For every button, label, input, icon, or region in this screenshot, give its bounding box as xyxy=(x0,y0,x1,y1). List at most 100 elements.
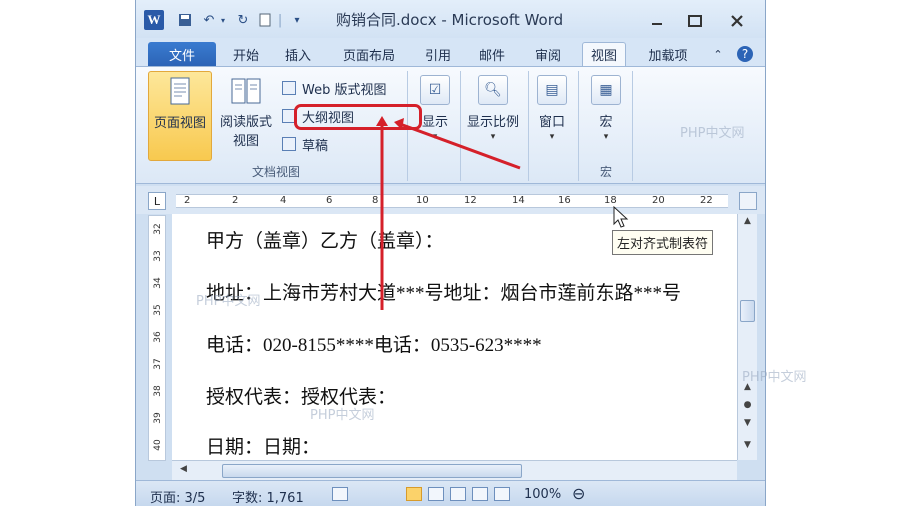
zoom-button[interactable]: 🔍︎ 显示比例 ▾ xyxy=(462,71,524,142)
macro-button[interactable]: ▦ 宏 ▾ xyxy=(586,71,626,142)
document-line[interactable]: 电话：020-8155****电话：0535-623**** xyxy=(206,330,542,357)
undo-icon[interactable]: ↶ xyxy=(200,10,218,30)
page-view-button[interactable]: 页面视图 xyxy=(148,71,212,161)
reading-view-label-1: 阅读版式 xyxy=(219,115,272,130)
scroll-down-icon[interactable]: ▼ xyxy=(740,440,755,455)
maximize-button[interactable] xyxy=(682,10,708,32)
print-layout-view-icon[interactable] xyxy=(406,487,422,501)
next-page-icon[interactable]: ▼ xyxy=(740,418,755,433)
tab-review[interactable]: 审阅 xyxy=(528,42,568,66)
horizontal-scrollbar[interactable]: ◀ xyxy=(172,460,737,480)
doc-views-group-label: 文档视图 xyxy=(251,165,300,179)
ribbon-panel: 页面视图 阅读版式 视图 Web 版式视图 大纲视图 草稿 文档视图 ☑ 显示 … xyxy=(136,66,765,184)
ribbon-tabs: 文件 开始 插入 页面布局 引用 邮件 审阅 视图 加载项 ⌃ ? xyxy=(136,38,765,66)
vruler-label: 32 xyxy=(153,223,163,235)
draft-view-icon xyxy=(282,137,296,151)
help-icon[interactable]: ? xyxy=(734,42,756,66)
tab-references[interactable]: 引用 xyxy=(418,42,458,66)
draft-view-button[interactable]: 草稿 xyxy=(282,133,328,155)
separator: | xyxy=(277,12,283,28)
macro-icon: ▦ xyxy=(591,75,621,105)
window-icon: ▤ xyxy=(537,75,567,105)
word-logo-icon[interactable]: W xyxy=(144,10,164,30)
tab-mailings[interactable]: 邮件 xyxy=(472,42,512,66)
outline-view-status-icon[interactable] xyxy=(472,487,488,501)
window-button[interactable]: ▤ 窗口 ▾ xyxy=(532,71,572,142)
view-ruler-button[interactable] xyxy=(739,192,757,210)
ruler-label: 4 xyxy=(280,195,287,206)
tab-selector-button[interactable]: L xyxy=(148,192,166,210)
redo-icon[interactable]: ↻ xyxy=(234,10,252,30)
undo-dropdown-icon[interactable]: ▾ xyxy=(218,10,228,30)
watermark: PHP中文网 xyxy=(742,370,807,385)
vertical-ruler[interactable]: 32 33 34 35 36 37 38 39 40 xyxy=(148,215,166,461)
zoom-icon: 🔍︎ xyxy=(478,75,508,105)
tab-page-layout[interactable]: 页面布局 xyxy=(334,42,404,66)
ruler-label: 2 xyxy=(232,195,239,206)
window-dropdown-icon: ▾ xyxy=(549,132,555,142)
vertical-scroll-thumb[interactable] xyxy=(740,300,755,322)
macro-group-label: 宏 xyxy=(599,165,612,179)
title-bar: W ↶ ▾ ↻ | ▾ 购销合同.docx - Microsoft Word xyxy=(136,0,765,38)
ruler-label: 18 xyxy=(604,195,617,206)
zoom-out-icon[interactable]: ⊖ xyxy=(572,484,585,503)
web-view-button[interactable]: Web 版式视图 xyxy=(282,77,386,99)
horizontal-scroll-thumb[interactable] xyxy=(222,464,522,478)
ruler-label: 6 xyxy=(326,195,333,206)
show-dropdown-icon: ▾ xyxy=(432,132,438,142)
page-count[interactable]: 页面: 3/5 xyxy=(150,487,205,506)
scroll-left-icon[interactable]: ◀ xyxy=(176,464,191,479)
vruler-label: 40 xyxy=(153,439,163,451)
page-view-icon xyxy=(170,77,190,105)
watermark: PHP中文网 xyxy=(310,408,375,423)
new-document-icon[interactable] xyxy=(256,10,274,30)
vruler-label: 37 xyxy=(153,358,163,370)
minimize-ribbon-icon[interactable]: ⌃ xyxy=(708,42,728,66)
ruler-label: 16 xyxy=(558,195,571,206)
ruler-row: L 2 2 4 6 8 10 12 14 16 18 20 22 xyxy=(136,186,765,214)
tab-addins[interactable]: 加载项 xyxy=(640,42,696,66)
tab-file[interactable]: 文件 xyxy=(148,42,216,66)
customize-quick-access-icon[interactable]: ▾ xyxy=(290,10,304,30)
save-icon[interactable] xyxy=(176,10,194,30)
tab-home[interactable]: 开始 xyxy=(224,42,268,66)
reading-view-button[interactable]: 阅读版式 视图 xyxy=(214,71,278,161)
tab-insert[interactable]: 插入 xyxy=(278,42,318,66)
minimize-button[interactable] xyxy=(644,10,670,32)
show-label: 显示 xyxy=(421,115,448,130)
zoom-label: 显示比例 xyxy=(466,115,519,130)
ruler-label: 22 xyxy=(700,195,713,206)
zoom-level[interactable]: 100% xyxy=(524,487,561,502)
macro-dropdown-icon: ▾ xyxy=(603,132,609,142)
draft-view-label: 草稿 xyxy=(302,138,329,154)
ruler-label: 12 xyxy=(464,195,477,206)
reading-layout-view-icon[interactable] xyxy=(428,487,444,501)
vruler-label: 35 xyxy=(153,304,163,316)
proofing-icon[interactable] xyxy=(332,487,348,501)
ruler-label: 8 xyxy=(372,195,379,206)
draft-view-status-icon[interactable] xyxy=(494,487,510,501)
watermark: PHP中文网 xyxy=(680,126,745,141)
horizontal-ruler[interactable]: 2 2 4 6 8 10 12 14 16 18 20 22 xyxy=(176,194,728,208)
tab-view[interactable]: 视图 xyxy=(582,42,626,66)
document-line[interactable]: 甲方（盖章）乙方（盖章）： xyxy=(206,226,444,253)
vertical-scrollbar[interactable]: ▲ ▲ ● ▼ ▼ xyxy=(737,214,757,460)
scroll-up-icon[interactable]: ▲ xyxy=(740,216,755,231)
web-view-icon xyxy=(282,81,296,95)
vruler-label: 39 xyxy=(153,412,163,424)
close-button[interactable] xyxy=(724,10,750,32)
ruler-label: 2 xyxy=(184,195,191,206)
document-line[interactable]: 日期：日期： xyxy=(206,432,320,459)
document-line[interactable]: 地址：上海市芳村大道***号地址：烟台市莲前东路***号 xyxy=(206,278,681,305)
tooltip: 左对齐式制表符 xyxy=(612,230,714,255)
group-separator xyxy=(528,71,529,181)
group-separator xyxy=(578,71,579,181)
word-count[interactable]: 字数: 1,761 xyxy=(232,487,304,506)
web-layout-view-icon[interactable] xyxy=(450,487,466,501)
status-bar: 页面: 3/5 字数: 1,761 100% ⊖ xyxy=(136,480,765,506)
vruler-label: 33 xyxy=(153,250,163,262)
ruler-label: 14 xyxy=(512,195,525,206)
outline-view-highlight-box xyxy=(294,104,422,130)
vruler-label: 36 xyxy=(153,331,163,343)
browse-object-icon[interactable]: ● xyxy=(740,400,755,415)
